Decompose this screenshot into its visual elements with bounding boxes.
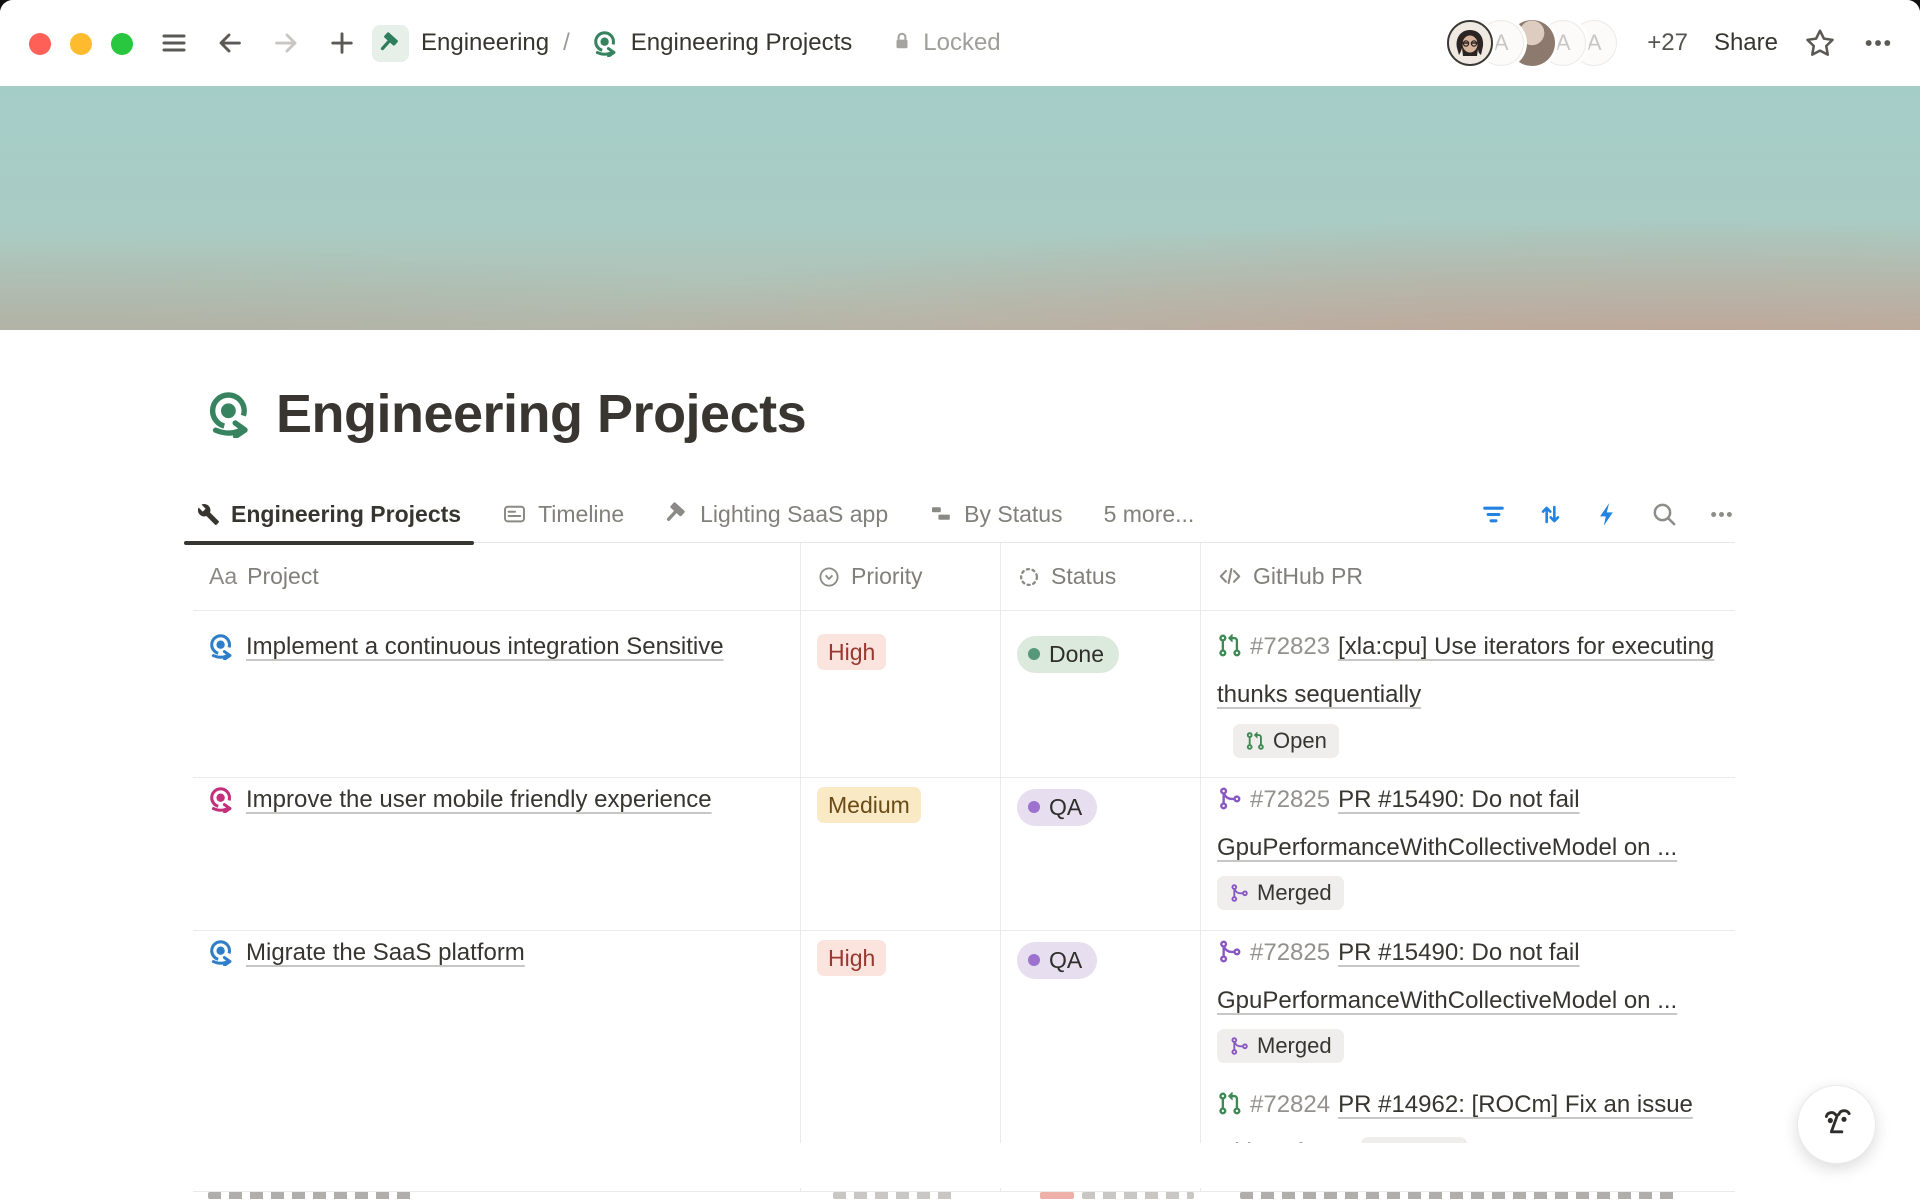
projects-table: Aa Project Priority Status GitHub PR Imp… xyxy=(193,543,1735,1179)
select-type-icon xyxy=(817,565,841,589)
hammer-icon[interactable] xyxy=(372,25,409,62)
zoom-window-button[interactable] xyxy=(111,33,133,55)
status-badge[interactable]: Done xyxy=(1017,636,1119,673)
tab-by-status[interactable]: By Status xyxy=(925,486,1066,543)
merge-icon xyxy=(1217,935,1242,979)
pr-number: #72825 xyxy=(1250,786,1330,813)
github-pr-mention: #72823[xla:cpu] Use iterators for execut… xyxy=(1217,625,1719,761)
breadcrumb: Engineering / Engineering Projects Locke… xyxy=(372,0,1001,86)
app-window: Engineering / Engineering Projects Locke… xyxy=(0,0,1920,1200)
locked-label[interactable]: Locked xyxy=(923,29,1000,57)
status-dot xyxy=(1028,801,1040,813)
breadcrumb-page[interactable]: Engineering Projects xyxy=(631,29,852,57)
column-header-project[interactable]: Aa Project xyxy=(193,543,800,611)
github-pr-mention: #72825PR #15490: Do not fail GpuPerforma… xyxy=(1217,931,1719,1067)
tab-more-views[interactable]: 5 more... xyxy=(1100,486,1199,543)
back-button[interactable] xyxy=(212,25,248,61)
breadcrumb-separator: / xyxy=(563,29,570,57)
tab-lighting-saas-app[interactable]: Lighting SaaS app xyxy=(661,486,892,543)
filter-icon[interactable] xyxy=(1480,501,1507,528)
column-header-github-pr[interactable]: GitHub PR xyxy=(1200,543,1735,611)
clipped-next-row xyxy=(0,1188,1920,1200)
pr-number: #72825 xyxy=(1250,939,1330,966)
sort-icon[interactable] xyxy=(1537,501,1564,528)
new-page-button[interactable] xyxy=(324,25,360,61)
ai-face-icon xyxy=(1817,1102,1857,1147)
page-target-arrow-icon xyxy=(592,30,619,57)
project-target-arrow-icon xyxy=(208,786,235,930)
table-row: Implement a continuous integration Sensi… xyxy=(193,611,1735,764)
column-header-priority[interactable]: Priority xyxy=(800,543,1000,611)
pull-request-icon xyxy=(1245,731,1265,751)
forward-button[interactable] xyxy=(268,25,304,61)
status-dot xyxy=(1028,648,1040,660)
timeline-icon xyxy=(502,502,527,527)
lock-icon xyxy=(890,29,914,58)
text-type-icon: Aa xyxy=(209,563,237,590)
avatar-overflow-count[interactable]: +27 xyxy=(1647,29,1688,57)
status-badge[interactable]: QA xyxy=(1017,789,1097,826)
priority-badge[interactable]: Medium xyxy=(817,787,921,823)
merge-icon xyxy=(1229,1036,1249,1056)
notion-ai-button[interactable] xyxy=(1797,1085,1876,1164)
pr-state-badge: Open xyxy=(1233,724,1339,758)
traffic-lights xyxy=(29,33,133,55)
priority-badge[interactable]: High xyxy=(817,634,886,670)
minimize-window-button[interactable] xyxy=(70,33,92,55)
pr-number: #72824 xyxy=(1250,1091,1330,1118)
page-icon-target-arrow[interactable] xyxy=(206,390,254,438)
window-toolbar: Engineering / Engineering Projects Locke… xyxy=(0,0,1920,86)
priority-badge[interactable]: High xyxy=(817,940,886,976)
board-icon xyxy=(929,502,953,526)
project-link[interactable]: Implement a continuous integration Sensi… xyxy=(246,625,724,777)
column-header-status[interactable]: Status xyxy=(1000,543,1200,611)
breadcrumb-workspace[interactable]: Engineering xyxy=(421,29,549,57)
merge-icon xyxy=(1229,883,1249,903)
table-header-row: Aa Project Priority Status GitHub PR xyxy=(193,543,1735,611)
tab-engineering-projects[interactable]: Engineering Projects xyxy=(193,486,465,543)
search-icon[interactable] xyxy=(1651,501,1678,528)
view-options-icon[interactable] xyxy=(1708,501,1735,528)
viewport-cut xyxy=(0,1143,1920,1188)
hammer-icon xyxy=(665,502,689,526)
wrench-icon xyxy=(197,503,220,526)
view-tabs-bar: Engineering Projects Timeline Lighting S… xyxy=(193,486,1735,543)
pull-request-icon xyxy=(1217,629,1242,673)
status-type-icon xyxy=(1017,565,1041,589)
close-window-button[interactable] xyxy=(29,33,51,55)
project-target-arrow-icon xyxy=(208,633,235,777)
status-dot xyxy=(1028,954,1040,966)
merge-icon xyxy=(1217,782,1242,826)
more-options-icon[interactable] xyxy=(1862,27,1894,59)
github-pr-mention: #72825PR #15490: Do not fail GpuPerforma… xyxy=(1217,778,1719,914)
page-cover-image[interactable] xyxy=(0,86,1920,330)
pr-state-badge: Merged xyxy=(1217,876,1344,910)
table-row: Improve the user mobile friendly experie… xyxy=(193,764,1735,917)
avatar[interactable] xyxy=(1447,20,1493,66)
avatar-stack[interactable]: A A A xyxy=(1447,20,1617,66)
pr-number: #72823 xyxy=(1250,633,1330,660)
pr-state-badge: Merged xyxy=(1217,1029,1344,1063)
automation-bolt-icon[interactable] xyxy=(1594,501,1621,528)
tab-timeline[interactable]: Timeline xyxy=(498,486,628,543)
table-row: Migrate the SaaS platform High QA #72825… xyxy=(193,917,1735,1179)
code-icon xyxy=(1217,564,1243,590)
status-badge[interactable]: QA xyxy=(1017,942,1097,979)
project-link[interactable]: Improve the user mobile friendly experie… xyxy=(246,778,712,930)
page-title[interactable]: Engineering Projects xyxy=(276,383,806,445)
sidebar-menu-button[interactable] xyxy=(156,25,192,61)
pull-request-icon xyxy=(1217,1087,1242,1131)
share-button[interactable]: Share xyxy=(1714,29,1778,57)
favorite-star-icon[interactable] xyxy=(1804,27,1836,59)
